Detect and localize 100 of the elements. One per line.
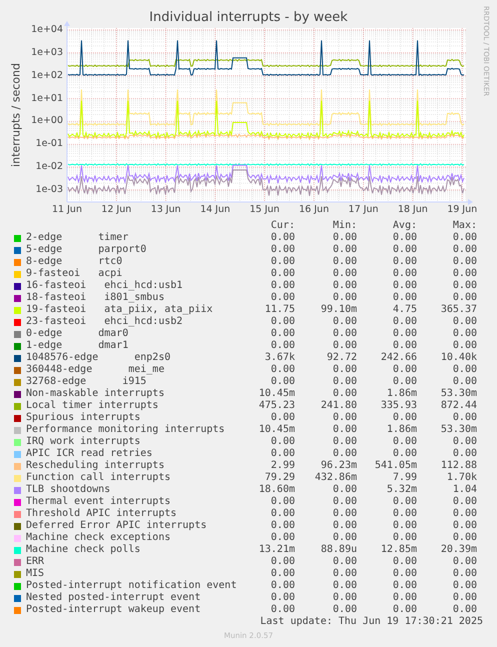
legend-label: MIS [26,568,46,580]
current-value: 475.23 [258,400,295,412]
current-value: 0.00 [270,496,295,508]
current-value: 0.00 [270,280,295,292]
minimum-value: 0.00 [332,316,357,328]
minimum-value: 0.00 [332,580,357,592]
maximum-value: 0.00 [452,436,477,448]
minimum-value: 0.00 [332,280,357,292]
average-value: 0.00 [392,520,417,532]
current-value: 0.00 [270,580,295,592]
maximum-value: 0.00 [452,496,477,508]
current-value: 0.00 [270,556,295,568]
current-value: 11.75 [264,304,295,316]
maximum-value: 10.40k [440,352,477,364]
maximum-value: 0.00 [452,556,477,568]
maximum-value: 0.00 [452,340,477,352]
graph-title: Individual interrupts - by week [149,10,348,25]
average-value: 0.00 [392,376,417,388]
y-tick-label: 1e+00 [30,114,63,128]
y-tick-label: 1e+02 [30,68,63,83]
minimum-value: 0.00 [332,484,357,496]
average-value: 12.85m [380,544,417,556]
minimum-value: 0.00 [332,268,357,280]
legend-label: 5-edge parport0 [26,244,148,256]
maximum-value: 0.00 [452,520,477,532]
maximum-value: 0.00 [452,376,477,388]
current-value: 79.29 [264,472,295,484]
minimum-value: 0.00 [332,232,357,244]
minimum-value: 88.89u [320,544,357,556]
maximum-value: 0.00 [452,232,477,244]
x-tick-label: 19 Jun [446,204,478,216]
current-value: 0.00 [270,244,295,256]
maximum-value: 112.88 [440,460,477,472]
legend-label: 19-fasteoi ata_piix, ata_piix [26,304,214,316]
average-value: 0.00 [392,232,417,244]
minimum-value: 0.00 [332,376,357,388]
minimum-value: 241.80 [320,400,357,412]
minimum-value: 0.00 [332,556,357,568]
current-value: 10.45m [258,388,295,400]
average-value: 0.00 [392,448,417,460]
legend-label: Deferred Error APIC interrupts [26,520,208,532]
maximum-value: 0.00 [452,292,477,304]
average-value: 0.00 [392,280,417,292]
minimum-value: 99.10m [320,304,357,316]
average-value: 7.99 [392,472,417,484]
x-tick-label: 11 Jun [51,204,83,216]
average-value: 0.00 [392,508,417,520]
average-value: 0.00 [392,496,417,508]
minimum-value: 0.00 [332,448,357,460]
legend-label: 0-edge dmar0 [26,328,130,340]
minimum-value: 92.72 [326,352,357,364]
current-value: 0.00 [270,376,295,388]
current-value: 3.67k [264,352,295,364]
current-value: 18.60m [258,484,295,496]
maximum-value: 0.00 [452,364,477,376]
current-value: 0.00 [270,316,295,328]
current-value: 0.00 [270,412,295,424]
average-value: 242.66 [380,352,417,364]
maximum-value: 0.00 [452,532,477,544]
legend-label: 16-fasteoi ehci_hcd:usb1 [26,280,184,292]
maximum-value: 0.00 [452,604,477,616]
minimum-value: 0.00 [332,340,357,352]
minimum-value: 432.86m [314,472,357,484]
average-value: 0.00 [392,244,417,256]
current-value: 0.00 [270,256,295,268]
minimum-value: 0.00 [332,292,357,304]
y-tick-label: 1e-02 [34,160,63,174]
average-value: 0.00 [392,436,417,448]
x-tick-label: 18 Jun [396,204,429,216]
maximum-value: 0.00 [452,244,477,256]
column-header: Avg: [392,220,417,232]
legend-label: 23-fasteoi ehci_hcd:usb2 [26,316,184,328]
maximum-value: 365.37 [440,304,477,316]
average-value: 0.00 [392,340,417,352]
minimum-value: 0.00 [332,520,357,532]
column-header: Min: [332,220,357,232]
x-tick-label: 13 Jun [150,204,182,216]
current-value: 0.00 [270,292,295,304]
current-value: 10.45m [258,424,295,436]
current-value: 0.00 [270,436,295,448]
average-value: 5.32m [386,484,417,496]
maximum-value: 20.39m [440,544,477,556]
minimum-value: 0.00 [332,604,357,616]
minimum-value: 0.00 [332,256,357,268]
legend-label: 32768-edge i915 [26,376,148,388]
maximum-value: 0.00 [452,268,477,280]
maximum-value: 0.00 [452,328,477,340]
average-value: 0.00 [392,328,417,340]
legend-label: Thermal event interrupts [26,496,172,508]
legend-label: 18-fasteoi i801_smbus [26,292,166,304]
legend-label: Nested posted-interrupt event [26,592,202,604]
maximum-value: 0.00 [452,568,477,580]
average-value: 1.86m [386,424,417,436]
y-tick-label: 1e-03 [34,183,63,198]
x-tick-label: 12 Jun [100,204,132,216]
current-value: 0.00 [270,592,295,604]
y-tick-label: 1e+03 [30,46,63,60]
legend-label: Spurious interrupts [26,412,142,424]
average-value: 0.00 [392,316,417,328]
average-value: 0.00 [392,532,417,544]
